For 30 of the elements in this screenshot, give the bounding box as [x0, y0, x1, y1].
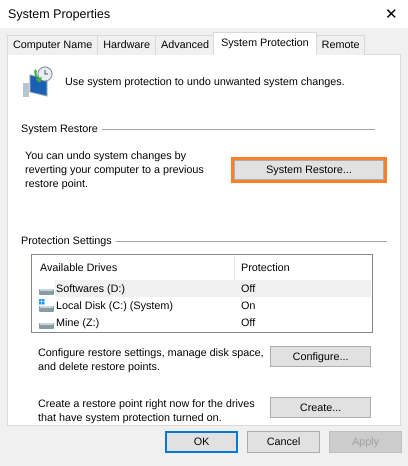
- column-header[interactable]: Protection: [235, 256, 366, 280]
- drive-icon: [39, 299, 54, 312]
- tab[interactable]: System Protection: [213, 32, 317, 55]
- computer-icon: [21, 65, 55, 99]
- column-header[interactable]: Available Drives: [33, 256, 235, 280]
- dialog-button[interactable]: OK: [165, 431, 238, 453]
- section-heading: Protection Settings: [21, 234, 112, 250]
- action-description: Configure restore settings, manage disk space, and delete restore points.: [38, 346, 265, 374]
- drive-icon: [39, 322, 54, 329]
- drive-icon: [39, 288, 54, 295]
- drive-name[interactable]: Mine (Z:): [56, 314, 100, 331]
- protection-status: On: [240, 298, 256, 314]
- tab[interactable]: Remote: [316, 35, 366, 55]
- tab[interactable]: Advanced: [155, 35, 216, 55]
- action-description: Create a restore point right now for the drives that have system protection turned on.: [38, 397, 256, 426]
- action-button[interactable]: Configure...: [270, 346, 371, 368]
- drive-name[interactable]: Softwares (D:): [56, 280, 125, 297]
- window-title: System Properties: [8, 6, 110, 23]
- system-restore-button[interactable]: System Restore...: [234, 160, 384, 180]
- drive-name[interactable]: Local Disk (C:) (System): [56, 298, 173, 314]
- tab[interactable]: Hardware: [97, 35, 156, 55]
- section-heading: System Restore: [21, 122, 98, 137]
- protection-status: Off: [240, 316, 256, 331]
- dialog-button[interactable]: Cancel: [247, 431, 320, 453]
- tab[interactable]: Computer Name: [7, 35, 98, 55]
- action-button[interactable]: Create...: [270, 397, 371, 418]
- intro-text: Use system protection to undo unwanted system changes.: [65, 74, 345, 90]
- protection-status: Off: [240, 282, 256, 297]
- restore-description: You can undo system changes by reverting your computer to a previous restore point.: [25, 149, 205, 192]
- close-icon[interactable]: ✕: [385, 6, 398, 22]
